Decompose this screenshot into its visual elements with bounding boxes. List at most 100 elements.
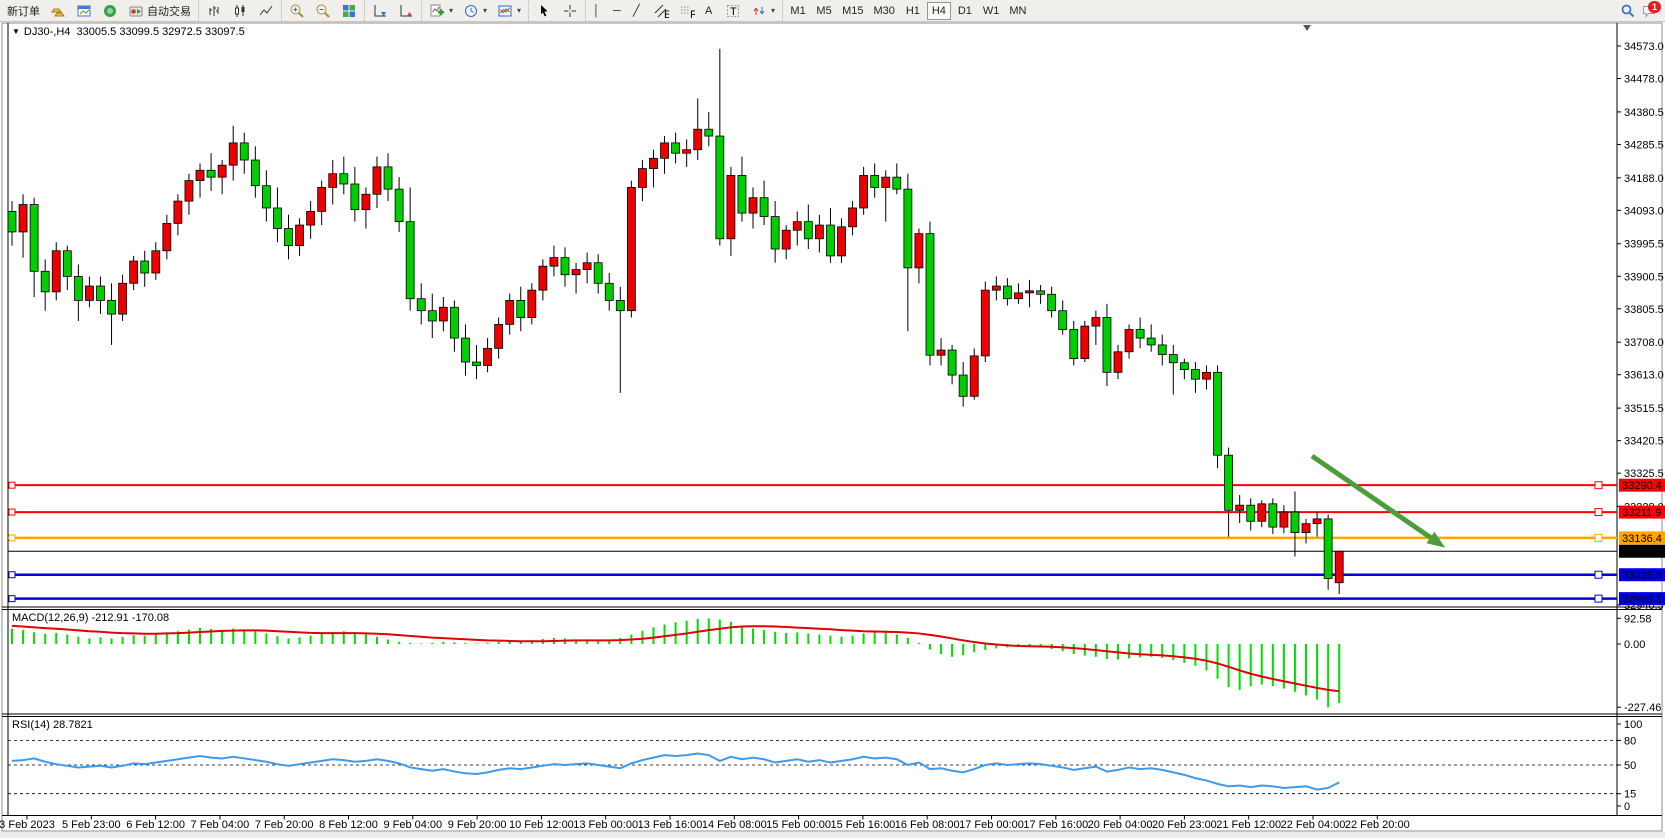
chart-symbol-period: DJ30-,H4	[24, 26, 70, 38]
label-tool-icon: T	[725, 3, 741, 19]
svg-text:33708.0: 33708.0	[1624, 337, 1664, 349]
zoom-out-button[interactable]	[311, 2, 335, 20]
new-order-button[interactable]: 新订单	[3, 2, 44, 20]
svg-text:7 Feb 20:00: 7 Feb 20:00	[255, 819, 314, 831]
svg-text:33995.5: 33995.5	[1624, 239, 1664, 251]
timeframe-label: M30	[873, 5, 894, 17]
template-icon	[497, 3, 513, 19]
tile-windows-button[interactable]	[337, 2, 361, 20]
equidistant-channel-icon: E	[653, 3, 669, 19]
svg-text:5 Feb 23:00: 5 Feb 23:00	[62, 819, 121, 831]
text-tool-icon: A	[705, 5, 712, 17]
svg-text:-227.46: -227.46	[1624, 702, 1661, 714]
gold-symbol-button[interactable]	[46, 2, 70, 20]
svg-text:13 Feb 00:00: 13 Feb 00:00	[573, 819, 638, 831]
search-icon	[1620, 3, 1636, 19]
arrows-tool[interactable]: ▾	[747, 2, 779, 20]
svg-text:33290.4: 33290.4	[1622, 480, 1662, 492]
svg-text:33515.5: 33515.5	[1624, 403, 1664, 415]
svg-text:8 Feb 12:00: 8 Feb 12:00	[319, 819, 378, 831]
svg-text:33325.5: 33325.5	[1624, 468, 1664, 480]
chart-window-button[interactable]	[72, 2, 96, 20]
timeframe-d1[interactable]: D1	[953, 2, 977, 20]
arrange-charts-icon	[372, 3, 388, 19]
timeframe-label: M15	[842, 5, 863, 17]
add-indicator-icon	[429, 3, 445, 19]
signal-icon	[102, 3, 118, 19]
svg-text:22 Feb 04:00: 22 Feb 04:00	[1281, 819, 1346, 831]
timeframe-w1[interactable]: W1	[979, 2, 1004, 20]
auto-trading-icon	[128, 3, 144, 19]
zoom-in-button[interactable]	[285, 2, 309, 20]
rsi-indicator-label: RSI(14) 28.7821	[12, 719, 93, 731]
svg-text:34573.0: 34573.0	[1624, 41, 1664, 53]
timeframe-label: M1	[790, 5, 805, 17]
channel-tool[interactable]: E	[649, 2, 673, 20]
timeframe-m30[interactable]: M30	[869, 2, 898, 20]
crosshair-tool-button[interactable]	[558, 2, 582, 20]
bar-chart-button[interactable]	[202, 2, 226, 20]
svg-text:0.00: 0.00	[1624, 639, 1645, 651]
auto-trading-button[interactable]: 自动交易	[124, 2, 195, 20]
symbol-dropdown-icon[interactable]: ▼	[12, 27, 20, 36]
top-toolbar: 新订单 自动交易	[0, 0, 1665, 22]
svg-text:17 Feb 16:00: 17 Feb 16:00	[1023, 819, 1088, 831]
svg-text:32959.1: 32959.1	[1622, 594, 1662, 606]
dropdown-caret-icon: ▾	[483, 6, 487, 15]
timeframe-h1[interactable]: H1	[901, 2, 925, 20]
trendline-tool[interactable]: ╱	[629, 2, 647, 20]
search-button[interactable]	[1616, 2, 1640, 20]
new-order-label: 新订单	[7, 3, 40, 19]
svg-text:50: 50	[1624, 760, 1636, 772]
objects-group: ▾ ▾ ▾	[421, 0, 528, 21]
arrows-tool-icon	[751, 3, 767, 19]
svg-text:92.58: 92.58	[1624, 613, 1652, 625]
candlestick-chart-button[interactable]	[228, 2, 252, 20]
horizontal-line-tool[interactable]: ─	[609, 2, 627, 20]
svg-text:80: 80	[1624, 735, 1636, 747]
text-tool[interactable]: A	[701, 2, 719, 20]
timeframe-label: D1	[958, 5, 972, 17]
period-clock-button[interactable]: ▾	[459, 2, 491, 20]
svg-text:33420.5: 33420.5	[1624, 436, 1664, 448]
vertical-line-tool[interactable]: │	[589, 2, 607, 20]
timeframe-mn[interactable]: MN	[1005, 2, 1030, 20]
timeframe-m1[interactable]: M1	[786, 2, 810, 20]
svg-text:33136.4: 33136.4	[1622, 533, 1662, 545]
gold-icon	[50, 3, 66, 19]
svg-text:34285.5: 34285.5	[1624, 139, 1664, 151]
fibonacci-tool[interactable]: F	[675, 2, 699, 20]
template-button[interactable]: ▾	[493, 2, 525, 20]
signal-button[interactable]	[98, 2, 122, 20]
timeframe-m15[interactable]: M15	[838, 2, 867, 20]
timeframe-m5[interactable]: M5	[812, 2, 836, 20]
svg-text:7 Feb 04:00: 7 Feb 04:00	[191, 819, 250, 831]
notifications-button[interactable]: 1	[1641, 3, 1657, 19]
mt4-terminal: { "window": { "symbol_period": "DJ30-,H4…	[0, 0, 1665, 838]
chart-canvas[interactable]: 34573.034478.034380.534285.534188.034093…	[0, 22, 1665, 838]
fibonacci-icon: F	[679, 3, 695, 19]
dropdown-caret-icon: ▾	[449, 6, 453, 15]
svg-text:20 Feb 04:00: 20 Feb 04:00	[1088, 819, 1153, 831]
arrange-charts-button[interactable]	[368, 2, 392, 20]
svg-text:15 Feb 00:00: 15 Feb 00:00	[766, 819, 831, 831]
arrange-windows-button[interactable]	[394, 2, 418, 20]
svg-text:0: 0	[1624, 801, 1630, 813]
line-chart-icon	[258, 3, 274, 19]
dropdown-caret-icon: ▾	[771, 6, 775, 15]
svg-text:34093.0: 34093.0	[1624, 205, 1664, 217]
cursor-group	[528, 0, 585, 21]
label-tool[interactable]: T	[721, 2, 745, 20]
svg-text:16 Feb 08:00: 16 Feb 08:00	[895, 819, 960, 831]
line-chart-button[interactable]	[254, 2, 278, 20]
add-indicator-button[interactable]: ▾	[425, 2, 457, 20]
svg-text:15: 15	[1624, 789, 1636, 801]
svg-text:22 Feb 20:00: 22 Feb 20:00	[1345, 819, 1410, 831]
crosshair-icon	[562, 3, 578, 19]
svg-text:E: E	[664, 9, 669, 19]
timeframe-label: M5	[816, 5, 831, 17]
cursor-tool-button[interactable]	[532, 2, 556, 20]
timeframe-h4[interactable]: H4	[927, 2, 951, 20]
chart-title: ▼DJ30-,H4 33005.5 33099.5 32972.5 33097.…	[12, 26, 245, 38]
chart-window-icon	[76, 3, 92, 19]
